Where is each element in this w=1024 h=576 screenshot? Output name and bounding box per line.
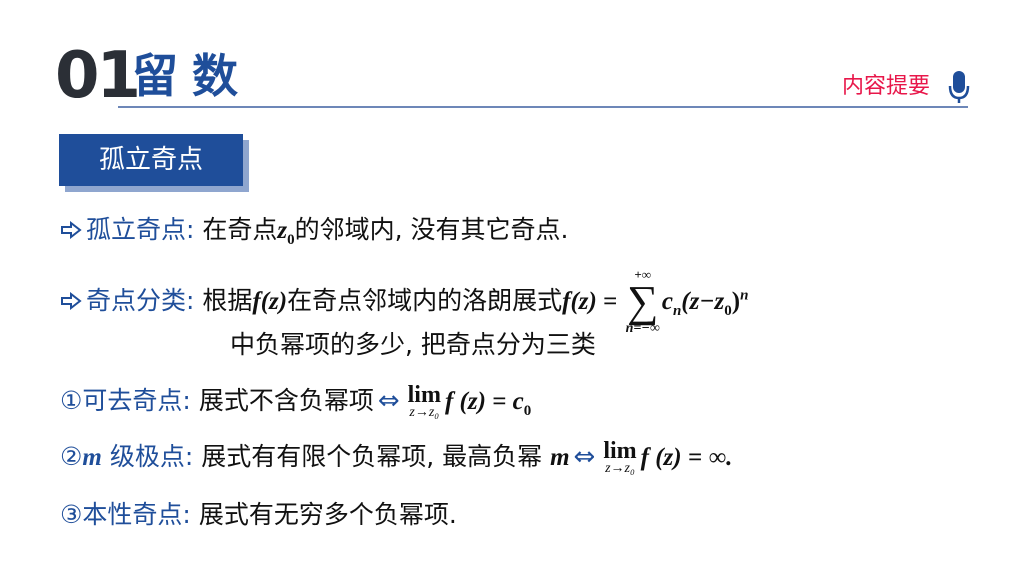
iff-arrow: ⇔ — [377, 386, 400, 416]
math-var: z — [277, 217, 288, 244]
math-expr: ) — [731, 288, 741, 315]
math-var: m — [550, 444, 570, 471]
item-removable: ①可去奇点: 展式不含负幂项 ⇔ lim z→z₀ f (z) = c0 — [60, 382, 532, 426]
section-number: 01 — [55, 39, 141, 113]
limit: lim z→z₀ — [407, 382, 441, 420]
math-sub: 0 — [287, 232, 295, 248]
lim-sub: z→z₀ — [605, 461, 635, 476]
text: 展式有无穷多个负幂项. — [198, 500, 457, 529]
term-label: 级极点: — [101, 442, 194, 471]
item-isolated-singularity: 孤立奇点: 在奇点z0的邻域内, 没有其它奇点. — [60, 215, 568, 255]
math-expr: (z−z — [681, 288, 725, 315]
lim-label: lim — [603, 438, 637, 464]
math-var: m — [82, 444, 102, 471]
arrow-right-icon — [61, 292, 82, 310]
lim-label: lim — [407, 382, 441, 408]
sigma: ∑ — [627, 277, 659, 326]
sum-symbol: +∞ ∑ n=−∞ — [626, 268, 660, 336]
text: 的邻域内, 没有其它奇点. — [294, 215, 569, 244]
text: 在奇点邻域内的洛朗展式 — [287, 286, 563, 315]
text: 展式不含负幂项 — [198, 386, 374, 415]
microphone-icon — [948, 71, 970, 103]
math-sup: n — [740, 287, 749, 304]
header-divider — [118, 106, 968, 108]
text: 根据 — [202, 286, 253, 315]
item-essential: ③本性奇点: 展式有无穷多个负幂项. — [60, 500, 457, 530]
text: 展式有有限个负幂项, 最高负幂 — [201, 442, 543, 471]
lim-sub: z→z₀ — [409, 405, 440, 420]
term-label: 本性奇点: — [82, 500, 191, 529]
section-tag: 孤立奇点 — [59, 134, 243, 186]
summary-label[interactable]: 内容提要 — [842, 74, 930, 100]
circled-number: ① — [60, 386, 83, 415]
math-expr: f(z) — [252, 288, 288, 315]
term-label: 奇点分类: — [86, 286, 195, 315]
math-expr: f(z) — [562, 288, 597, 315]
math-expr: f (z) = c — [444, 388, 524, 415]
item-classification: 奇点分类: 根据f(z)在奇点邻域内的洛朗展式f(z) = +∞ ∑ n=−∞ cn(… — [60, 268, 748, 336]
math-sub: 0 — [523, 403, 532, 419]
sum-lower: n=−∞ — [625, 321, 660, 336]
circled-number: ② — [60, 442, 83, 471]
math-expr: f (z) = ∞. — [640, 444, 733, 471]
text: 在奇点 — [202, 215, 278, 244]
term-label: 孤立奇点: — [86, 215, 195, 244]
limit: lim z→z₀ — [603, 438, 637, 476]
item-classification-cont: 中负幂项的多少, 把奇点分为三类 — [230, 330, 596, 359]
arrow-right-icon — [61, 221, 82, 239]
term-label: 可去奇点: — [82, 386, 191, 415]
circled-number: ③ — [60, 500, 83, 529]
section-title: 留数 — [132, 49, 252, 103]
item-pole: ②m 级极点: 展式有有限个负幂项, 最高负幂 m ⇔ lim z→z₀ f (z) =… — [60, 438, 733, 476]
iff-arrow: ⇔ — [573, 442, 596, 472]
math-sub: 0 — [724, 303, 732, 319]
math-op: = — [596, 288, 624, 315]
math-var: c — [661, 288, 673, 315]
